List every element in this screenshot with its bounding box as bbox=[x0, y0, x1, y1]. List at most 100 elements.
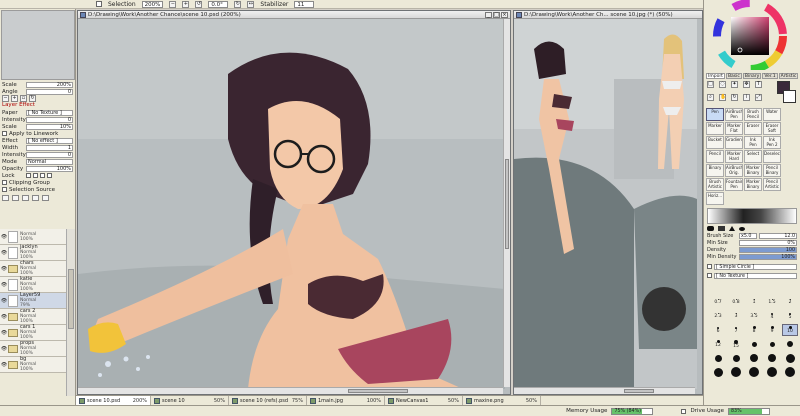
brush-tool[interactable]: AirBrush Orig. bbox=[725, 164, 743, 177]
main-canvas-titlebar[interactable]: D:\Drawing\Work\Another Chance\scene 10.… bbox=[78, 11, 510, 19]
effect-select[interactable]: [ No effect ] bbox=[26, 137, 73, 144]
secondary-artwork[interactable] bbox=[514, 19, 697, 389]
brush-size-preset[interactable] bbox=[710, 352, 726, 364]
zoom-out-button[interactable]: − bbox=[169, 0, 177, 8]
minimize-button[interactable]: _ bbox=[485, 12, 492, 18]
lock-checkbox-2[interactable] bbox=[33, 173, 38, 178]
brush-multiplier-select[interactable]: x5.0 bbox=[739, 232, 757, 239]
eye-icon[interactable]: 👁 bbox=[0, 234, 8, 240]
layer-row[interactable]: 👁 Normal 100% bbox=[0, 229, 66, 245]
tab-import[interactable]: Import bbox=[706, 73, 725, 79]
brush-size-preset[interactable] bbox=[728, 282, 744, 294]
main-artwork[interactable] bbox=[78, 19, 505, 389]
layer-row[interactable]: 👁 cars 1 Normal 100% bbox=[0, 325, 66, 341]
text-icon[interactable]: T bbox=[755, 81, 762, 88]
brush-tool[interactable]: Select bbox=[744, 150, 762, 163]
brush-tool[interactable]: Water bbox=[763, 108, 781, 121]
opacity-field[interactable]: 100% bbox=[26, 165, 73, 172]
angle-field[interactable]: 0 bbox=[26, 88, 73, 95]
min-size-slider[interactable]: 0% bbox=[739, 239, 797, 246]
brush-size-preset[interactable] bbox=[746, 366, 762, 378]
brush-size-preset[interactable]: 3.5 bbox=[746, 310, 762, 322]
intensity2-field[interactable]: 0 bbox=[26, 151, 73, 158]
brush-size-preset[interactable]: 1 bbox=[746, 296, 762, 308]
lock-checkbox-1[interactable] bbox=[26, 173, 31, 178]
merge-down-icon[interactable] bbox=[22, 195, 29, 201]
rotation-field[interactable]: 0.0° bbox=[208, 0, 229, 8]
brush-tool[interactable]: Binary bbox=[706, 164, 724, 177]
new-folder-icon[interactable] bbox=[12, 195, 19, 201]
clipping-group-checkbox[interactable] bbox=[2, 180, 7, 185]
brush-size-preset[interactable] bbox=[782, 338, 798, 350]
density-slider[interactable]: 100 bbox=[739, 246, 797, 253]
tab-ver1[interactable]: Ver.1 bbox=[762, 73, 778, 79]
brush-tool[interactable]: Marker Binary bbox=[744, 178, 762, 191]
main-canvas-vscroll-thumb[interactable] bbox=[505, 159, 509, 249]
tab-basic[interactable]: Basic bbox=[725, 73, 742, 79]
brush-tool[interactable]: Bucket bbox=[706, 136, 724, 149]
selection-source-checkbox[interactable] bbox=[2, 187, 7, 192]
brush-texture-select[interactable]: [ No Texture ] bbox=[714, 272, 797, 279]
brush-size-preset[interactable] bbox=[710, 282, 726, 294]
brush-size-field[interactable]: 12.0 bbox=[759, 232, 797, 239]
nav-reset-button[interactable]: ▫ bbox=[20, 95, 27, 102]
tab-binary[interactable]: Binary bbox=[742, 73, 762, 79]
brush-shape-select[interactable]: [ Simple Circle ] bbox=[714, 263, 797, 270]
brush-size-preset[interactable] bbox=[764, 352, 780, 364]
brush-tool[interactable]: AirBrush Pen bbox=[725, 108, 743, 121]
lock-checkbox-4[interactable] bbox=[47, 173, 52, 178]
navigator-preview[interactable] bbox=[1, 10, 75, 80]
intensity-field[interactable]: 0 bbox=[26, 116, 73, 123]
brush-size-preset[interactable] bbox=[782, 282, 798, 294]
nav-rotate-button[interactable]: ↻ bbox=[29, 95, 36, 102]
brush-size-preset[interactable] bbox=[728, 366, 744, 378]
rect-select-icon[interactable]: □ bbox=[707, 81, 714, 88]
brush-size-preset[interactable]: 15 bbox=[728, 338, 744, 350]
taskbar-document[interactable]: maxine.png 50% bbox=[463, 396, 541, 405]
eye-icon[interactable]: 👁 bbox=[0, 346, 8, 352]
brush-size-preset[interactable] bbox=[782, 352, 798, 364]
tab-artistic[interactable]: Artistic bbox=[778, 73, 799, 79]
brush-size-preset[interactable] bbox=[764, 338, 780, 350]
eye-icon[interactable]: 👁 bbox=[0, 298, 8, 304]
brush-tool[interactable]: Brush Pencil bbox=[744, 108, 762, 121]
nav-zoom-in-button[interactable]: + bbox=[11, 95, 18, 102]
taskbar-document[interactable]: scene 10 50% bbox=[151, 396, 229, 405]
lock-checkbox-3[interactable] bbox=[40, 173, 45, 178]
eye-icon[interactable]: 👁 bbox=[0, 266, 8, 272]
brush-tool[interactable]: Ink Pen 2 bbox=[763, 136, 781, 149]
layer-row[interactable]: 👁 chars Normal 100% bbox=[0, 261, 66, 277]
zoom-in-button[interactable]: + bbox=[182, 0, 190, 8]
brush-tool[interactable]: Marker bbox=[706, 122, 724, 135]
brush-size-preset[interactable]: 10 bbox=[782, 324, 798, 336]
brush-size-preset[interactable]: 2.3 bbox=[710, 310, 726, 322]
layer-row[interactable]: 👁 Layer59 Normal 79% bbox=[0, 293, 66, 309]
brush-size-preset[interactable]: 0.7 bbox=[710, 296, 726, 308]
brush-size-preset[interactable] bbox=[782, 366, 798, 378]
eye-icon[interactable]: 👁 bbox=[0, 314, 8, 320]
layer-effect-title[interactable]: Layer Effect bbox=[0, 102, 75, 109]
brush-size-preset[interactable] bbox=[764, 282, 780, 294]
brush-tool[interactable]: Pen bbox=[706, 108, 724, 121]
brush-size-preset[interactable]: 7 bbox=[728, 324, 744, 336]
main-canvas-vscroll[interactable] bbox=[503, 19, 510, 387]
brush-tool[interactable]: Eraser bbox=[744, 122, 762, 135]
magic-wand-icon[interactable]: ✦ bbox=[731, 81, 738, 88]
layer-list-scroll-thumb[interactable] bbox=[68, 269, 74, 329]
brush-size-preset[interactable] bbox=[728, 352, 744, 364]
brush-size-preset[interactable]: 3 bbox=[728, 310, 744, 322]
move-icon[interactable]: ✥ bbox=[743, 81, 750, 88]
delete-layer-icon[interactable] bbox=[42, 195, 49, 201]
color-wheel[interactable] bbox=[704, 0, 800, 73]
brush-tool[interactable]: Fountain Pen bbox=[725, 178, 743, 191]
main-canvas-hscroll-thumb[interactable] bbox=[348, 389, 408, 393]
brush-size-preset[interactable] bbox=[764, 366, 780, 378]
layer-row[interactable]: 👁 props Normal 100% bbox=[0, 341, 66, 357]
taskbar-document[interactable]: scene 10 (refs).psd 75% bbox=[229, 396, 307, 405]
brush-size-preset[interactable]: 4 bbox=[764, 310, 780, 322]
eyedropper-icon[interactable]: ⌇ bbox=[743, 94, 750, 101]
brush-tool[interactable]: Eraser Soft bbox=[763, 122, 781, 135]
brush-size-preset[interactable] bbox=[746, 352, 762, 364]
brush-tool[interactable]: Pencil Artistic bbox=[763, 178, 781, 191]
brush-tool[interactable]: Horiz... bbox=[706, 192, 724, 205]
